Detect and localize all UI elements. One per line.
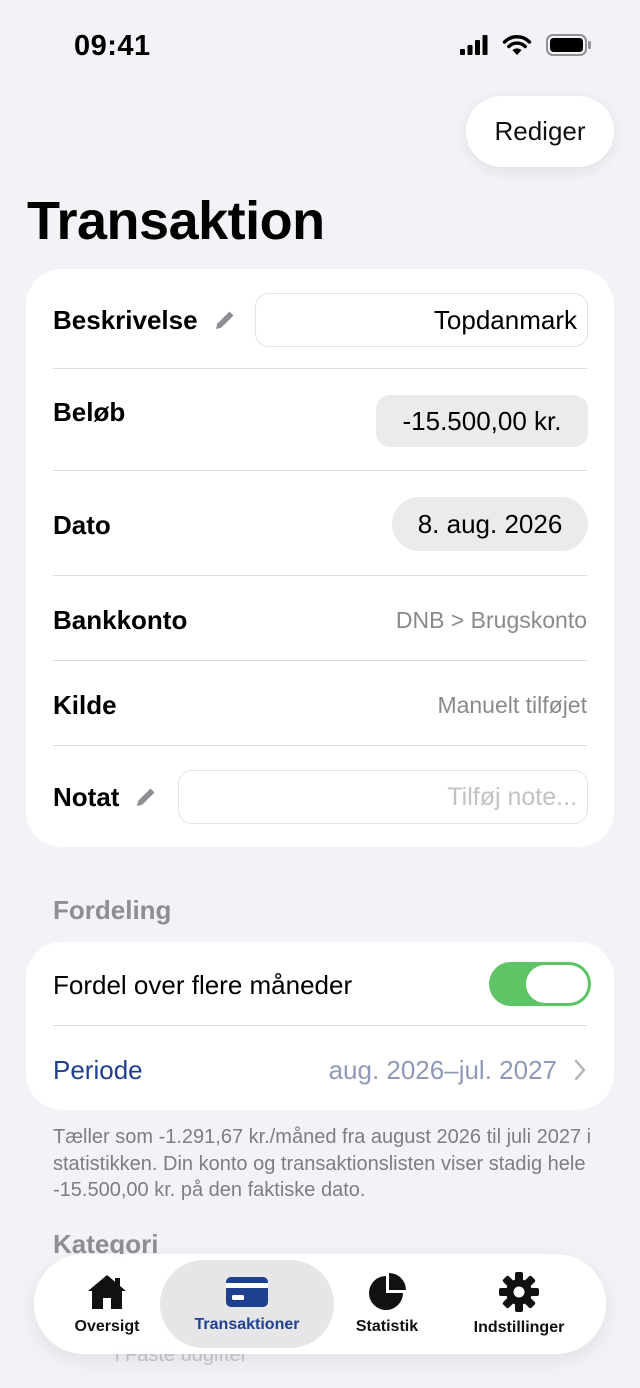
divider [53,575,587,576]
bank-account-value: DNB > Brugskonto [395,606,587,633]
bank-account-label: Bankkonto [53,604,188,635]
date-label: Dato [53,509,111,540]
note-label: Notat [53,781,120,812]
distribution-footnote: Tæller som -1.291,67 kr./måned fra augus… [53,1126,592,1201]
tab-statistik[interactable]: Statistik [334,1254,440,1354]
chevron-right-icon [573,1058,587,1087]
amount-value[interactable]: -15.500,00 kr. [376,395,588,447]
description-label: Beskrivelse [53,304,198,335]
source-label: Kilde [53,689,117,720]
date-picker[interactable]: 8. aug. 2026 [392,497,588,551]
tab-label: Statistik [355,1318,419,1335]
divider [53,660,587,661]
gear-icon [499,1272,539,1312]
note-field[interactable]: Tilføj note... [178,770,588,824]
bank-account-row: Bankkonto DNB > Brugskonto [53,596,587,644]
status-bar: 09:41 [0,0,640,90]
source-value: Manuelt tilføjet [437,691,587,718]
tab-transaktioner[interactable]: Transaktioner [160,1254,334,1354]
period-value: aug. 2026–jul. 2027 [328,1054,557,1085]
signal-icon [460,35,488,55]
distribute-toggle-label: Fordel over flere måneder [53,969,353,1000]
pencil-icon [212,307,238,333]
edit-button[interactable]: Rediger [466,96,614,167]
divider [53,1025,587,1026]
tab-label: Indstillinger [473,1319,565,1336]
toggle-knob [526,965,588,1003]
source-row: Kilde Manuelt tilføjet [53,681,587,729]
divider [53,745,587,746]
period-label: Periode [53,1054,143,1085]
period-row[interactable]: Periode aug. 2026–jul. 2027 [53,1046,587,1094]
pie-chart-icon [369,1273,406,1310]
distribute-toggle[interactable] [489,962,591,1006]
battery-icon [546,34,591,56]
distribution-card: Fordel over flere måneder Periode aug. 2… [26,942,614,1110]
wifi-icon [502,35,532,55]
pencil-icon [133,784,159,810]
description-field[interactable]: Topdanmark [255,293,588,347]
divider [53,368,587,369]
tab-label: Transaktioner [194,1316,300,1333]
tab-oversigt[interactable]: Oversigt [54,1254,160,1354]
card-icon [226,1277,268,1307]
distribution-section-title: Fordeling [53,895,172,925]
status-icons [460,34,592,56]
page-title: Transaktion [27,191,325,251]
home-icon [88,1275,126,1309]
tab-indstillinger[interactable]: Indstillinger [454,1254,584,1354]
tab-label: Oversigt [74,1318,140,1335]
tab-bar: Oversigt Transaktioner Statistik Indstil… [34,1254,606,1354]
amount-label: Beløb [53,396,126,427]
divider [53,470,587,471]
transaction-details-card: Beskrivelse Topdanmark Beløb -15.500,00 … [26,269,614,847]
status-time: 09:41 [74,30,151,62]
